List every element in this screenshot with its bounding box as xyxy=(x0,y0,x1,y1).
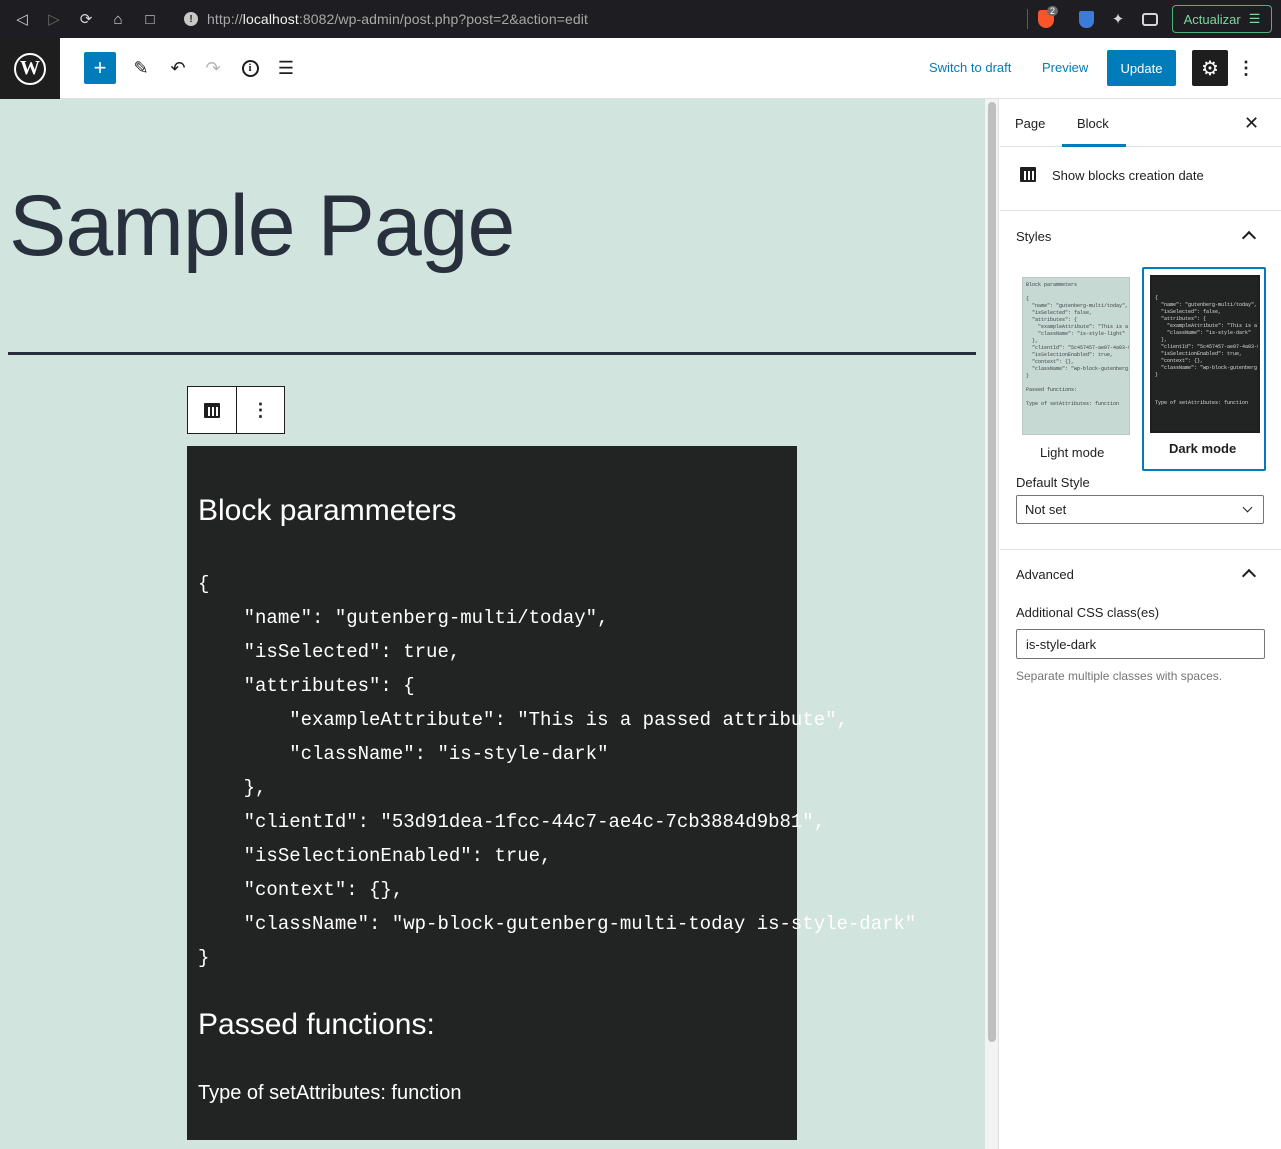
wordpress-icon: W xyxy=(14,52,46,85)
dark-mode-label: Dark mode xyxy=(1169,441,1237,456)
functions-heading: Passed functions: xyxy=(198,1008,435,1041)
brave-shield-icon[interactable]: 2 xyxy=(1036,6,1059,29)
browser-toolbar: ◁ ▷ ⟳ ⌂ □ ! http://localhost:8082/wp-adm… xyxy=(0,0,1281,38)
panel-divider xyxy=(1000,549,1281,550)
dark-style-preview: { "name": "gutenberg-multi/today", "isSe… xyxy=(1150,275,1260,433)
scrollbar-thumb[interactable] xyxy=(988,102,996,1042)
calendar-icon xyxy=(1020,167,1036,182)
settings-gear-icon[interactable]: ⚙ xyxy=(1192,50,1228,86)
block-options-icon[interactable]: ⋮ xyxy=(236,387,284,433)
chevron-down-icon xyxy=(1242,502,1253,513)
editor-canvas[interactable]: Sample Page ⋮ Block parammeters { "name"… xyxy=(0,99,985,1149)
url-separator xyxy=(1027,9,1028,29)
update-button[interactable]: Update xyxy=(1107,50,1176,86)
details-info-icon[interactable]: i xyxy=(234,52,266,84)
settings-sidebar: Page Block ✕ Show blocks creation date S… xyxy=(1000,99,1281,1149)
more-options-icon[interactable]: ⋮ xyxy=(1236,50,1256,86)
block-heading: Block parammeters xyxy=(198,494,457,527)
block-type-calendar-icon[interactable] xyxy=(188,387,236,433)
chevron-up-icon[interactable] xyxy=(1241,568,1257,584)
editor-top-toolbar: W + ✎ ↶ ↷ i ☰ Switch to draft Preview Up… xyxy=(0,38,1281,99)
shields-badge: 2 xyxy=(1047,6,1059,16)
menu-icon: ☰ xyxy=(1248,11,1261,26)
tab-page[interactable]: Page xyxy=(1015,116,1045,131)
add-block-button[interactable]: + xyxy=(84,52,116,84)
css-class-help: Separate multiple classes with spaces. xyxy=(1016,669,1223,683)
home-icon[interactable]: ⌂ xyxy=(102,0,134,38)
url-text: http://localhost:8082/wp-admin/post.php?… xyxy=(207,11,588,27)
default-style-select[interactable]: Not set xyxy=(1016,495,1264,524)
page-title[interactable]: Sample Page xyxy=(9,177,515,276)
undo-icon[interactable]: ↶ xyxy=(162,52,194,84)
today-block[interactable]: Block parammeters { "name": "gutenberg-m… xyxy=(187,446,916,1140)
info-icon[interactable]: ! xyxy=(184,12,198,26)
functions-text: Type of setAttributes: function xyxy=(198,1082,462,1104)
default-style-label: Default Style xyxy=(1016,475,1090,490)
block-toolbar: ⋮ xyxy=(187,386,285,434)
extensions-icon[interactable]: ✦ xyxy=(1108,9,1128,29)
browser-update-button[interactable]: Actualizar ☰ xyxy=(1172,5,1272,33)
tab-block[interactable]: Block xyxy=(1077,116,1109,131)
back-icon[interactable]: ◁ xyxy=(6,0,38,38)
css-class-input[interactable]: is-style-dark xyxy=(1016,629,1265,659)
show-created-date-button[interactable]: Show blocks creation date xyxy=(1000,147,1281,211)
light-style-preview: Block parammeters { "name": "gutenberg-m… xyxy=(1022,277,1130,435)
address-bar[interactable]: ! http://localhost:8082/wp-admin/post.ph… xyxy=(172,5,1026,33)
switch-to-draft-button[interactable]: Switch to draft xyxy=(929,60,1011,75)
forward-icon[interactable]: ▷ xyxy=(38,0,70,38)
bitwarden-icon[interactable] xyxy=(1076,9,1096,29)
sidebar-tabs: Page Block ✕ xyxy=(1000,99,1281,147)
canvas-scrollbar[interactable] xyxy=(985,99,999,1149)
show-created-date-label: Show blocks creation date xyxy=(1052,168,1204,183)
chevron-up-icon[interactable] xyxy=(1241,230,1257,246)
css-class-label: Additional CSS class(es) xyxy=(1016,605,1160,620)
styles-panel-title[interactable]: Styles xyxy=(1016,229,1051,244)
wallet-icon[interactable] xyxy=(1140,9,1160,29)
edit-tool-icon[interactable]: ✎ xyxy=(125,52,157,84)
reload-icon[interactable]: ⟳ xyxy=(70,0,102,38)
separator-block[interactable] xyxy=(8,352,976,355)
bookmark-icon[interactable]: □ xyxy=(134,0,166,38)
light-mode-label: Light mode xyxy=(1040,445,1105,460)
preview-button[interactable]: Preview xyxy=(1042,60,1088,75)
advanced-panel-title[interactable]: Advanced xyxy=(1016,567,1074,582)
block-json-code: { "name": "gutenberg-multi/today", "isSe… xyxy=(198,573,917,969)
list-view-icon[interactable]: ☰ xyxy=(270,52,302,84)
close-icon[interactable]: ✕ xyxy=(1244,113,1259,134)
wordpress-logo-button[interactable]: W xyxy=(0,38,60,99)
redo-icon[interactable]: ↷ xyxy=(197,52,229,84)
